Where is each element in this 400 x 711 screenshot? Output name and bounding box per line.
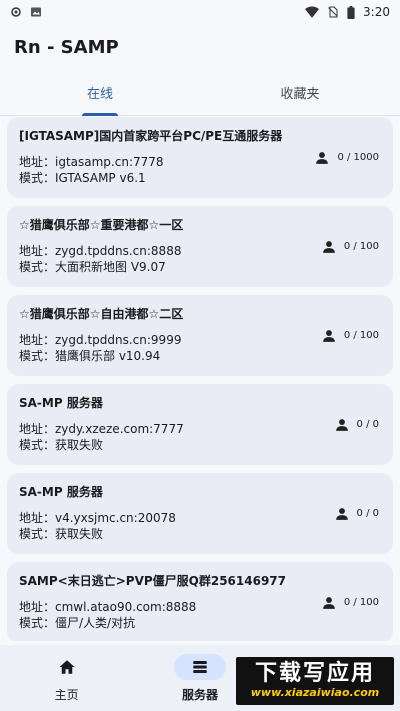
player-count: 0 / 0 — [335, 384, 379, 465]
tab-online[interactable]: 在线 — [0, 70, 200, 116]
server-list[interactable]: [IGTASAMP]国内首家跨平台PC/PE互通服务器 地址：igtasamp.… — [0, 117, 400, 641]
watermark-logo: 下载写应用 www.xiazaiwiao.com — [236, 657, 394, 705]
server-mode: 模式：获取失败 — [19, 438, 104, 452]
nav-home[interactable]: 主页 — [0, 645, 133, 711]
app-title: Rn - SAMP — [14, 36, 119, 58]
status-time: 3:20 — [363, 5, 390, 19]
watermark-main-text: 下载写应用 — [254, 661, 375, 686]
tab-online-label: 在线 — [86, 87, 113, 102]
player-count-text: 0 / 100 — [343, 330, 379, 341]
server-address: 地址：zydy.xzeze.com:7777 — [19, 422, 184, 436]
server-card[interactable]: ☆猎鹰俱乐部☆重要港都☆一区 地址：zygd.tpddns.cn:8888 模式… — [7, 206, 393, 287]
player-count-text: 0 / 0 — [356, 419, 379, 430]
tab-bar: 在线 收藏夹 — [0, 70, 400, 116]
server-card[interactable]: SAMP<末日逃亡>PVP僵尸服Q群256146977 地址：cmwl.atao… — [7, 562, 393, 641]
player-count-text: 0 / 100 — [343, 241, 379, 252]
player-count: 0 / 0 — [335, 473, 379, 554]
player-count-text: 0 / 100 — [343, 597, 379, 608]
player-count: 0 / 100 — [322, 295, 379, 376]
person-icon — [322, 596, 336, 610]
battery-icon — [347, 5, 355, 19]
server-mode: 模式：获取失败 — [19, 527, 104, 541]
person-icon — [315, 151, 329, 165]
app-bar: Rn - SAMP — [0, 24, 400, 70]
player-count: 0 / 1000 — [315, 117, 379, 198]
watermark-url: www.xiazaiwiao.com — [250, 686, 380, 699]
server-address: 地址：v4.yxsjmc.cn:20078 — [19, 511, 176, 525]
player-count-text: 0 / 1000 — [337, 152, 379, 163]
player-count-text: 0 / 0 — [356, 508, 379, 519]
wifi-icon — [305, 6, 320, 18]
settings-icon — [10, 6, 22, 18]
person-icon — [322, 329, 336, 343]
tab-favorites[interactable]: 收藏夹 — [200, 70, 400, 115]
nav-servers-label: 服务器 — [181, 687, 218, 702]
player-count: 0 / 100 — [322, 206, 379, 287]
nav-home-label: 主页 — [54, 687, 79, 702]
server-name: SA-MP 服务器 — [19, 485, 103, 499]
server-card[interactable]: [IGTASAMP]国内首家跨平台PC/PE互通服务器 地址：igtasamp.… — [7, 117, 393, 198]
player-count: 0 / 100 — [322, 562, 379, 641]
server-card[interactable]: ☆猎鹰俱乐部☆自由港都☆二区 地址：zygd.tpddns.cn:9999 模式… — [7, 295, 393, 376]
server-card[interactable]: SA-MP 服务器 地址：v4.yxsjmc.cn:20078 模式：获取失败 … — [7, 473, 393, 554]
server-name: SA-MP 服务器 — [19, 396, 103, 410]
server-list-icon — [173, 653, 226, 680]
image-icon — [30, 6, 42, 18]
person-icon — [335, 507, 349, 521]
status-bar: 3:20 — [0, 0, 400, 24]
server-card[interactable]: SA-MP 服务器 地址：zydy.xzeze.com:7777 模式：获取失败… — [7, 384, 393, 465]
no-sim-icon — [327, 6, 339, 18]
person-icon — [335, 418, 349, 432]
person-icon — [322, 240, 336, 254]
home-icon — [41, 654, 93, 680]
tab-favorites-label: 收藏夹 — [280, 87, 320, 102]
